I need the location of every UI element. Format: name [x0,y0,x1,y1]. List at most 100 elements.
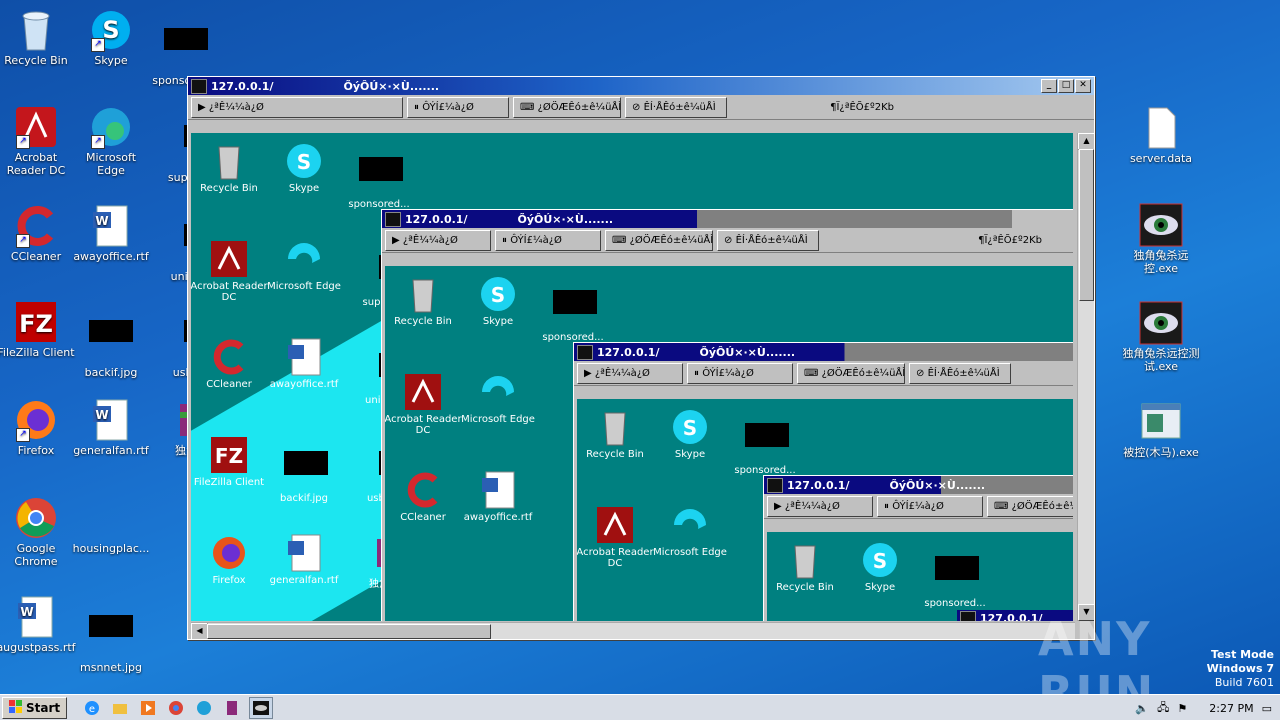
desktop-icon-generalfan[interactable]: W generalfan.rtf [71,398,151,457]
pause-monitor-button[interactable]: ⏸ ÔÝÍ£¼à¿Ø [407,96,509,118]
filezilla-icon: FZ [14,300,58,344]
chrome-icon [14,496,58,540]
word-doc-icon: W [14,595,58,639]
media-player-taskbar-icon[interactable] [137,698,159,718]
svg-text:W: W [20,605,33,619]
redacted-icon [89,615,133,659]
remote-icon-sponsored: sponsored... [336,141,422,210]
desktop-icon-msnnet[interactable]: msnnet.jpg [71,595,151,674]
desktop-icon-housingplac[interactable]: housingplac... [71,496,151,555]
maximize-button[interactable]: □ [1058,79,1074,93]
explorer-taskbar-icon[interactable] [109,698,131,718]
desktop-icon-server-data[interactable]: server.data [1121,106,1201,165]
nested-window-3: 127.0.0.1/ ÕýÔÚ×·×Ù....... ▶ ¿ªÊ¼¼à¿Ø ⏸ … [763,475,1073,621]
remote-screen[interactable]: Recycle Bin S Skype sponsored... Acrobat … [191,133,1073,621]
blank-icon [89,496,133,540]
release-keyboard-button[interactable]: ⊘ ÊÍ·ÅÊó±ê¼üÅÌ [625,96,727,118]
ie-taskbar-icon[interactable]: e [81,698,103,718]
scroll-up-button[interactable]: ▲ [1078,133,1094,150]
test-mode-notice: Test Mode Windows 7 Build 7601 [1206,648,1274,689]
window-title: 127.0.0.1/ [211,79,274,93]
remote-icon-awayoffice: awayoffice.rtf [261,337,347,390]
desktop-icon-rat-test-exe[interactable]: 独角兔杀远控测试.exe [1121,301,1201,373]
clock[interactable]: 2:27 PM [1209,702,1253,715]
app-icon [385,211,401,227]
remote-icon-ccleaner: CCleaner [191,337,272,390]
keyboard-icon: ⌨ [520,101,538,113]
redacted-icon [89,320,133,364]
vertical-scrollbar[interactable]: ▲ ▼ [1077,133,1094,621]
taskbar: Start e 🔈 🖧 ⚑ 2:27 PM ▭ [0,694,1280,720]
control-keyboard-button[interactable]: ⌨ ¿ØÖÆÊó±ê¼üÅÌ [513,96,621,118]
svg-text:FZ: FZ [215,444,243,468]
rat-app-taskbar-icon[interactable] [249,697,274,719]
desktop-icon-backif[interactable]: backif.jpg [71,300,151,379]
exe-window-icon [1139,400,1183,444]
svg-text:S: S [873,549,887,573]
recycle-bin-icon [14,8,58,52]
svg-text:W: W [95,408,108,422]
redacted-icon [164,28,208,72]
system-tray: 🔈 🖧 ⚑ 2:27 PM ▭ [1135,699,1280,718]
show-desktop-icon[interactable]: ▭ [1262,702,1272,715]
desktop-icon-trojan-exe[interactable]: 被控(木马).exe [1121,400,1201,459]
remote-icon-backif: backif.jpg [261,435,347,504]
vertical-scroll-thumb[interactable] [1079,149,1094,301]
windows-logo-icon [9,699,23,717]
remote-control-window[interactable]: 127.0.0.1/ ÕýÔÚ×·×Ù....... _ □ ✕ ▶ ¿ªÊ¼¼… [187,76,1095,640]
horizontal-scroll-thumb[interactable] [207,624,491,639]
svg-text:S: S [297,150,311,174]
nested-window-1: 127.0.0.1/ ÕýÔÚ×·×Ù....... ▶ ¿ªÊ¼¼à¿Ø ⏸ … [381,209,1073,621]
minimize-button[interactable]: _ [1041,79,1057,93]
svg-text:W: W [95,214,108,228]
svg-text:S: S [491,283,505,307]
word-doc-icon: W [89,204,133,248]
desktop-icon-filezilla[interactable]: FZ FileZilla Client [0,300,76,359]
release-icon: ⊘ [632,101,644,113]
action-center-icon[interactable]: ⚑ [1177,702,1187,715]
svg-text:S: S [683,416,697,440]
volume-icon[interactable]: 🔈 [1135,702,1149,715]
remote-icon-generalfan: generalfan.rtf [261,533,347,586]
desktop-icon-ccleaner[interactable]: ↗ CCleaner [0,204,76,263]
edge-icon: ↗ [89,105,133,149]
remote-icon-skype: S Skype [261,141,347,194]
window-title-status: ÕýÔÚ×·×Ù....... [343,79,440,93]
remote-icon-firefox: Firefox [191,533,272,586]
desktop-icon-acrobat[interactable]: ↗ Acrobat Reader DC [0,105,76,177]
horizontal-scrollbar[interactable]: ◀ [191,622,1075,639]
desktop-icon-firefox[interactable]: ↗ Firefox [0,398,76,457]
remote-icon-filezilla: FZ FileZilla Client [191,435,272,488]
desktop-icon-chrome[interactable]: Google Chrome [0,496,76,568]
window-titlebar[interactable]: 127.0.0.1/ ÕýÔÚ×·×Ù....... _ □ ✕ [188,77,1094,95]
skype-icon: S ↗ [89,8,133,52]
chrome-taskbar-icon[interactable] [165,698,187,718]
network-icon[interactable]: 🖧 [1157,699,1169,718]
blank-file-icon [1139,106,1183,150]
start-button[interactable]: Start [2,697,68,719]
desktop-icon-awayoffice[interactable]: W awayoffice.rtf [71,204,151,263]
eye-exe-icon [1139,301,1183,345]
desktop-icon-recycle-bin[interactable]: Recycle Bin [0,8,76,67]
ccleaner-icon: ↗ [14,204,58,248]
desktop-icon-edge[interactable]: ↗ Microsoft Edge [71,105,151,177]
remote-icon-edge: Microsoft Edge [261,239,347,292]
start-monitor-button[interactable]: ▶ ¿ªÊ¼¼à¿Ø [191,96,403,118]
app-icon [191,78,207,94]
word-doc-icon: W [89,398,133,442]
svg-text:e: e [89,704,95,715]
close-button[interactable]: ✕ [1075,79,1091,93]
desktop-icon-rat-exe[interactable]: 独角兔杀远控.exe [1121,203,1201,275]
winrar-taskbar-icon[interactable] [221,698,243,718]
eye-exe-icon [1139,203,1183,247]
play-icon: ▶ [198,101,209,113]
svg-text:FZ: FZ [19,310,53,338]
desktop-icon-skype[interactable]: S ↗ Skype [71,8,151,67]
pause-icon: ⏸ [414,101,423,113]
scroll-left-button[interactable]: ◀ [191,623,208,639]
remote-icon-acrobat: Acrobat Reader DC [191,239,272,303]
edge-taskbar-icon[interactable] [193,698,215,718]
desktop-icon-augustpass[interactable]: W augustpass.rtf [0,595,76,654]
firefox-icon: ↗ [14,398,58,442]
window-toolbar: ▶ ¿ªÊ¼¼à¿Ø ⏸ ÔÝÍ£¼à¿Ø ⌨ ¿ØÖÆÊó±ê¼üÅÌ ⊘ Ê… [188,95,1094,120]
